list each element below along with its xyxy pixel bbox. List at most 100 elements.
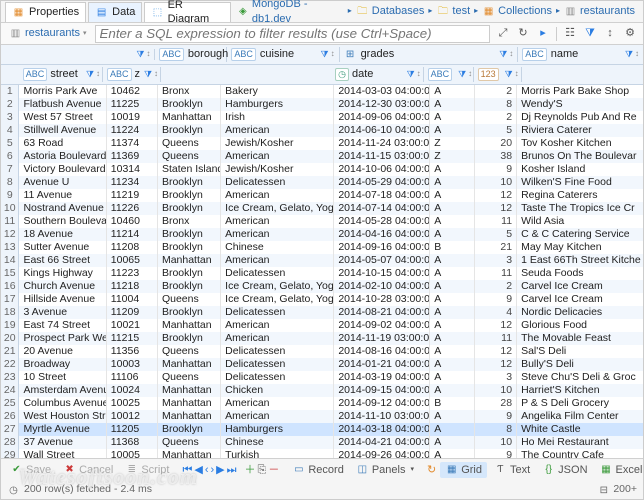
table-row[interactable]: 2837 Avenue11368QueensChinese2014-04-21 … [1, 436, 643, 449]
cell-cuisine[interactable]: Delicatessen [221, 306, 334, 319]
table-row[interactable]: 14East 66 Street10065ManhattanAmerican20… [1, 254, 643, 267]
cell-score[interactable]: 12 [475, 345, 518, 358]
cell-score[interactable]: 10 [475, 384, 518, 397]
connection-link[interactable]: ◈ MongoDB - db1.dev [233, 0, 348, 26]
cell-cuisine[interactable]: Bakery [221, 85, 334, 98]
cell-name[interactable]: Carvel Ice Cream [517, 293, 643, 306]
cell-score[interactable]: 12 [475, 189, 518, 202]
cell-name[interactable]: White Castle [517, 423, 643, 436]
cell-zipcode[interactable]: 11369 [107, 150, 158, 163]
table-row[interactable]: 20Prospect Park West11215BrooklynAmerica… [1, 332, 643, 345]
cell-score[interactable]: 9 [475, 449, 518, 458]
table-row[interactable]: 8Avenue U11234BrooklynDelicatessen2014-0… [1, 176, 643, 189]
cell-grade[interactable]: A [430, 280, 474, 293]
cell-borough[interactable]: Queens [158, 293, 221, 306]
cell-score[interactable]: 10 [475, 176, 518, 189]
json-view-button[interactable]: {}JSON [537, 462, 592, 478]
cell-street[interactable]: Wall Street [19, 449, 106, 458]
table-row[interactable]: 27Myrtle Avenue11205BrooklynHamburgers20… [1, 423, 643, 436]
cell-zipcode[interactable]: 10012 [107, 410, 158, 423]
cell-cuisine[interactable]: American [221, 215, 334, 228]
cell-street[interactable]: East 66 Street [19, 254, 106, 267]
cell-cuisine[interactable]: Delicatessen [221, 176, 334, 189]
cell-grade[interactable]: A [430, 384, 474, 397]
cell-cuisine[interactable]: American [221, 319, 334, 332]
cell-borough[interactable]: Brooklyn [158, 176, 221, 189]
cell-street[interactable]: Church Avenue [19, 280, 106, 293]
cell-score[interactable]: 11 [475, 332, 518, 345]
cell-cuisine[interactable]: American [221, 254, 334, 267]
col-date[interactable]: ◷ date ⧩↕ [331, 67, 424, 81]
table-row[interactable]: 183 Avenue11209BrooklynDelicatessen2014-… [1, 306, 643, 319]
cell-name[interactable]: Sal'S Deli [517, 345, 643, 358]
cell-name[interactable]: Dj Reynolds Pub And Re [517, 111, 643, 124]
cell-name[interactable]: May May Kitchen [517, 241, 643, 254]
col-street[interactable]: ABC street ⧩↕ [19, 67, 103, 81]
cell-date[interactable]: 2014-01-21 04:00:00 [334, 358, 430, 371]
cell-cuisine[interactable]: Ice Cream, Gelato, Yogurt, Ices [221, 293, 334, 306]
cell-date[interactable]: 2014-09-02 04:00:00 [334, 319, 430, 332]
next-page-button[interactable]: ▶ [216, 461, 224, 479]
cell-date[interactable]: 2014-04-21 04:00:00 [334, 436, 430, 449]
group-address[interactable]: ⧩↕ [19, 49, 155, 61]
cell-name[interactable]: Seuda Foods [517, 267, 643, 280]
cell-name[interactable]: Wild Asia [517, 215, 643, 228]
cell-street[interactable]: Hillside Avenue [19, 293, 106, 306]
table-row[interactable]: 4Stillwell Avenue11224BrooklynAmerican20… [1, 124, 643, 137]
tab-er-diagram[interactable]: ⬚ ER Diagram [144, 2, 230, 22]
collection-link[interactable]: ▥ restaurants [560, 4, 639, 18]
cell-name[interactable]: 1 East 66Th Street Kitche [517, 254, 643, 267]
cell-street[interactable]: East 74 Street [19, 319, 106, 332]
cell-zipcode[interactable]: 11214 [107, 228, 158, 241]
cell-borough[interactable]: Queens [158, 371, 221, 384]
cell-name[interactable]: Kosher Island [517, 163, 643, 176]
table-row[interactable]: 19East 74 Street10021ManhattanAmerican20… [1, 319, 643, 332]
cell-borough[interactable]: Manhattan [158, 358, 221, 371]
cell-date[interactable]: 2014-11-10 03:00:00 [334, 410, 430, 423]
tab-data[interactable]: ▤ Data [88, 2, 142, 22]
table-row[interactable]: 29Wall Street10005ManhattanTurkish2014-0… [1, 449, 643, 458]
cell-street[interactable]: 63 Road [19, 137, 106, 150]
cell-zipcode[interactable]: 11226 [107, 202, 158, 215]
table-row[interactable]: 15Kings Highway11223BrooklynDelicatessen… [1, 267, 643, 280]
script-button[interactable]: ≣Script [120, 462, 174, 478]
cell-cuisine[interactable]: Jewish/Kosher [221, 163, 334, 176]
cell-name[interactable]: Tov Kosher Kitchen [517, 137, 643, 150]
cell-date[interactable]: 2014-11-15 03:00:00 [334, 150, 430, 163]
cell-cuisine[interactable]: American [221, 189, 334, 202]
cell-name[interactable]: Taste The Tropics Ice Cr [517, 202, 643, 215]
cell-score[interactable]: 12 [475, 319, 518, 332]
cell-cuisine[interactable]: American [221, 150, 334, 163]
cell-street[interactable]: 11 Avenue [19, 189, 106, 202]
cell-score[interactable]: 28 [475, 397, 518, 410]
cell-street[interactable]: Myrtle Avenue [19, 423, 106, 436]
cell-street[interactable]: West 57 Street [19, 111, 106, 124]
cell-zipcode[interactable]: 11004 [107, 293, 158, 306]
table-row[interactable]: 2Flatbush Avenue11225BrooklynHamburgers2… [1, 98, 643, 111]
cell-score[interactable]: 21 [475, 241, 518, 254]
table-row[interactable]: 6Astoria Boulevard11369QueensAmerican201… [1, 150, 643, 163]
filter-icon[interactable]: ⧩↕ [407, 69, 421, 81]
cell-borough[interactable]: Brooklyn [158, 202, 221, 215]
cell-score[interactable]: 11 [475, 267, 518, 280]
cell-cuisine[interactable]: Ice Cream, Gelato, Yogurt, Ices [221, 280, 334, 293]
cell-name[interactable]: Morris Park Bake Shop [517, 85, 643, 98]
cell-name[interactable]: Regina Caterers [517, 189, 643, 202]
table-row[interactable]: 10Nostrand Avenue11226BrooklynIce Cream,… [1, 202, 643, 215]
cell-name[interactable]: The Movable Feast [517, 332, 643, 345]
cell-score[interactable]: 8 [475, 98, 518, 111]
cell-borough[interactable]: Staten Island [158, 163, 221, 176]
next-row-button[interactable]: › [211, 461, 215, 479]
cell-date[interactable]: 2014-03-19 04:00:00 [334, 371, 430, 384]
cell-borough[interactable]: Manhattan [158, 449, 221, 458]
cell-street[interactable]: Flatbush Avenue [19, 98, 106, 111]
cell-date[interactable]: 2014-09-06 04:00:00 [334, 111, 430, 124]
cell-grade[interactable]: B [430, 241, 474, 254]
cell-date[interactable]: 2014-10-06 04:00:00 [334, 163, 430, 176]
settings-icon[interactable]: ⚙ [621, 25, 639, 43]
table-row[interactable]: 2120 Avenue11356QueensDelicatessen2014-0… [1, 345, 643, 358]
filter-icon[interactable]: ⧩↕ [625, 49, 639, 61]
cell-grade[interactable]: A [430, 358, 474, 371]
delete-row-button[interactable]: － [268, 461, 279, 479]
cell-grade[interactable]: A [430, 163, 474, 176]
